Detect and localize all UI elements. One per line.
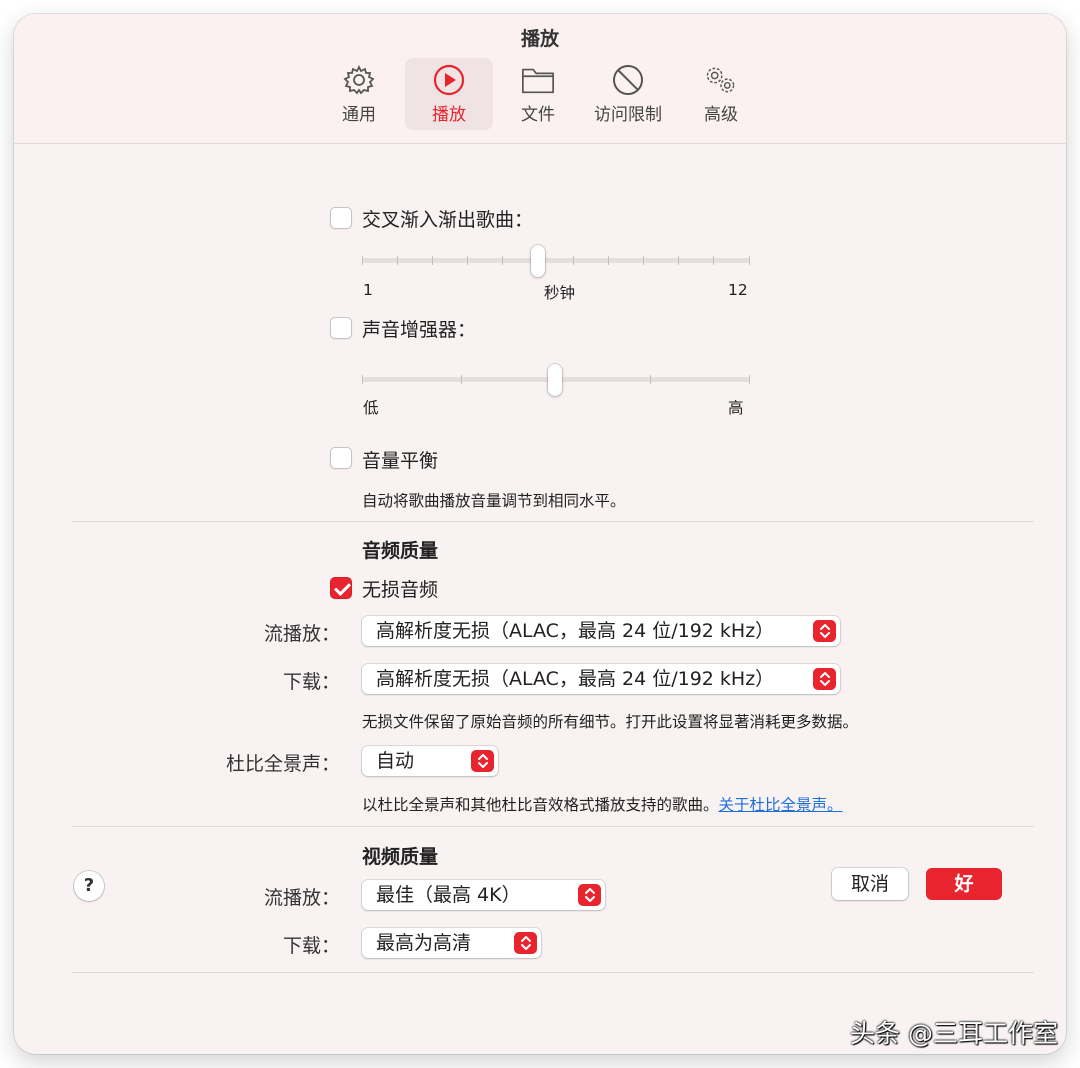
- crossfade-max-label: 12: [728, 281, 748, 299]
- gears-icon: [703, 64, 739, 96]
- audio-streaming-value: 高解析度无损（ALAC，最高 24 位/192 kHz）: [376, 620, 775, 642]
- video-download-popup[interactable]: 最高为高清: [362, 928, 541, 958]
- window-title: 播放: [520, 28, 559, 50]
- sound-enhancer-slider-knob[interactable]: [548, 364, 562, 396]
- audio-download-value: 高解析度无损（ALAC，最高 24 位/192 kHz）: [376, 668, 775, 690]
- playback-settings: 交叉渐入渐出歌曲： 1 秒钟 12 声音增强器： 低 高 音量平衡 自动将歌曲播…: [14, 145, 1066, 1054]
- dolby-atmos-link[interactable]: 关于杜比全景声。: [719, 796, 843, 814]
- folder-icon: [520, 64, 556, 96]
- audio-download-popup[interactable]: 高解析度无损（ALAC，最高 24 位/192 kHz）: [362, 664, 840, 694]
- chevron-updown-icon: [578, 884, 601, 906]
- lossless-audio-checkbox[interactable]: [330, 577, 352, 599]
- preferences-window: 播放 通用 播放 文件 访问限制 高级 交叉渐入渐出歌曲： 1 秒钟 12 声音…: [14, 14, 1066, 1054]
- chevron-updown-icon: [514, 932, 537, 954]
- tab-advanced[interactable]: 高级: [677, 58, 765, 130]
- video-streaming-value: 最佳（最高 4K）: [376, 884, 521, 906]
- video-quality-heading: 视频质量: [362, 846, 439, 868]
- tab-general[interactable]: 通用: [315, 58, 403, 130]
- divider: [72, 826, 1034, 827]
- lossless-note: 无损文件保留了原始音频的所有细节。打开此设置将显著消耗更多数据。: [362, 713, 859, 731]
- tab-label: 播放: [432, 105, 466, 125]
- sound-enhancer-label: 声音增强器：: [362, 319, 477, 341]
- watermark: 头条 @三耳工作室: [850, 1019, 1058, 1048]
- audio-streaming-label: 流播放：: [263, 623, 340, 645]
- video-download-value: 最高为高清: [376, 932, 472, 954]
- divider: [72, 972, 1034, 973]
- tab-label: 文件: [521, 105, 555, 125]
- video-streaming-label: 流播放：: [263, 887, 340, 909]
- sound-check-description: 自动将歌曲播放音量调节到相同水平。: [362, 492, 626, 510]
- sound-check-checkbox[interactable]: [330, 447, 352, 469]
- help-button[interactable]: ?: [74, 871, 104, 901]
- divider: [72, 521, 1034, 522]
- crossfade-slider[interactable]: [362, 258, 750, 263]
- play-circle-icon: [431, 64, 467, 96]
- crossfade-slider-knob[interactable]: [531, 245, 545, 277]
- toolbar: 播放 通用 播放 文件 访问限制 高级: [14, 14, 1066, 144]
- dolby-note: 以杜比全景声和其他杜比音效格式播放支持的歌曲。关于杜比全景声。: [362, 793, 843, 815]
- video-streaming-popup[interactable]: 最佳（最高 4K）: [362, 880, 605, 910]
- gear-icon: [341, 64, 377, 96]
- crossfade-min-label: 1: [363, 281, 373, 299]
- sound-enhancer-low-label: 低: [363, 399, 379, 417]
- chevron-updown-icon: [471, 750, 494, 772]
- tab-playback[interactable]: 播放: [405, 58, 493, 130]
- chevron-updown-icon: [813, 620, 836, 642]
- tab-files[interactable]: 文件: [494, 58, 582, 130]
- tab-label: 高级: [704, 105, 738, 125]
- dolby-atmos-label: 杜比全景声：: [225, 753, 340, 775]
- dolby-atmos-value: 自动: [376, 750, 415, 772]
- cancel-button[interactable]: 取消: [832, 868, 908, 900]
- audio-quality-heading: 音频质量: [362, 540, 439, 562]
- chevron-updown-icon: [813, 668, 836, 690]
- dolby-note-text: 以杜比全景声和其他杜比音效格式播放支持的歌曲。: [362, 796, 719, 814]
- ok-button[interactable]: 好: [926, 868, 1002, 900]
- tab-restrictions[interactable]: 访问限制: [584, 58, 672, 130]
- sound-enhancer-high-label: 高: [728, 399, 744, 417]
- crossfade-label: 交叉渐入渐出歌曲：: [362, 209, 534, 231]
- lossless-audio-label: 无损音频: [362, 579, 439, 601]
- audio-streaming-popup[interactable]: 高解析度无损（ALAC，最高 24 位/192 kHz）: [362, 616, 840, 646]
- tab-label: 访问限制: [594, 105, 662, 125]
- prohibited-icon: [610, 64, 646, 96]
- sound-check-label: 音量平衡: [362, 450, 439, 472]
- crossfade-checkbox[interactable]: [330, 207, 352, 229]
- tab-label: 通用: [342, 105, 376, 125]
- crossfade-unit-label: 秒钟: [544, 284, 576, 302]
- video-download-label: 下载：: [282, 935, 340, 957]
- sound-enhancer-checkbox[interactable]: [330, 317, 352, 339]
- dolby-atmos-popup[interactable]: 自动: [362, 746, 498, 776]
- audio-download-label: 下载：: [282, 671, 340, 693]
